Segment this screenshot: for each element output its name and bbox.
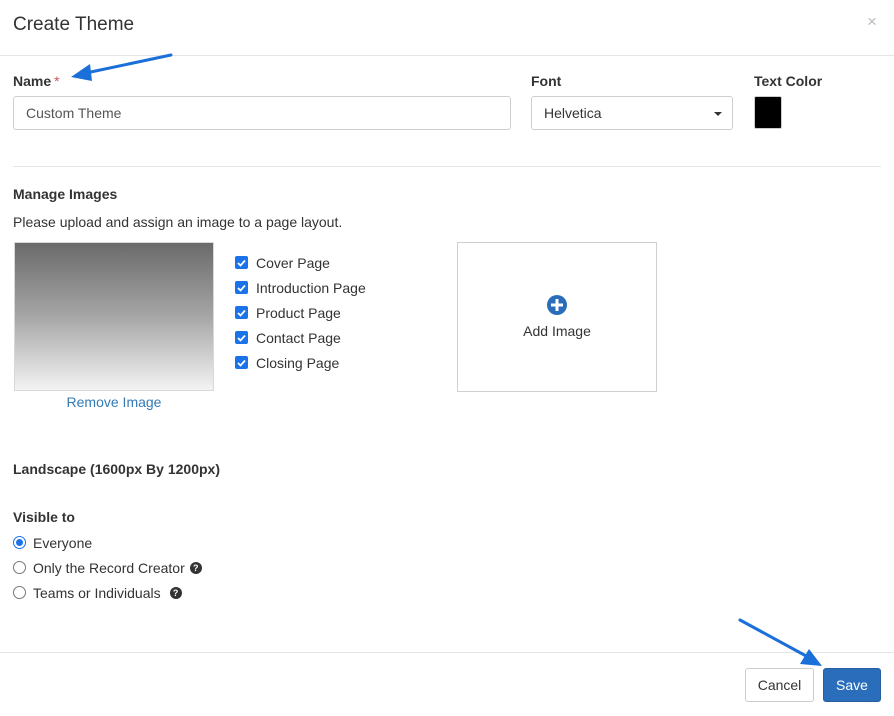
checkbox-row-cover[interactable]: Cover Page [235, 250, 366, 275]
plus-circle-icon [547, 295, 567, 315]
radio-unselected[interactable] [13, 586, 26, 599]
arrow-to-save-button-icon [738, 618, 822, 666]
text-color-swatch[interactable] [754, 96, 782, 129]
radio-label: Teams or Individuals [33, 584, 161, 601]
name-label: Name * [13, 73, 60, 89]
radio-selected[interactable] [13, 536, 26, 549]
name-input[interactable] [13, 96, 511, 130]
arrow-to-name-label-icon [71, 53, 173, 81]
visibility-radio-group: Everyone Only the Record Creator ? Teams… [13, 530, 202, 605]
text-color-label: Text Color [754, 73, 823, 89]
chevron-down-icon [714, 112, 722, 116]
radio-label: Everyone [33, 534, 93, 551]
remove-image-link[interactable]: Remove Image [14, 394, 214, 410]
name-label-text: Name [13, 73, 52, 89]
checkbox-label: Contact Page [256, 329, 341, 346]
checkbox-checked[interactable] [235, 281, 248, 294]
manage-images-heading: Manage Images [13, 186, 118, 202]
upload-instructions: Please upload and assign an image to a p… [13, 214, 343, 230]
checkbox-checked[interactable] [235, 306, 248, 319]
checkbox-row-closing[interactable]: Closing Page [235, 350, 366, 375]
radio-unselected[interactable] [13, 561, 26, 574]
add-image-label: Add Image [523, 323, 591, 339]
checkbox-label: Introduction Page [256, 279, 366, 296]
visible-to-label: Visible to [13, 509, 75, 525]
close-icon[interactable]: × [867, 12, 877, 32]
font-label: Font [531, 73, 562, 89]
required-mark: * [54, 73, 60, 89]
save-button[interactable]: Save [823, 668, 881, 702]
image-thumbnail [14, 242, 214, 391]
page-layout-checklist: Cover Page Introduction Page Product Pag… [235, 250, 366, 375]
checkbox-checked[interactable] [235, 256, 248, 269]
footer-divider [0, 652, 894, 653]
checkbox-row-product[interactable]: Product Page [235, 300, 366, 325]
cancel-button[interactable]: Cancel [745, 668, 814, 702]
font-select[interactable]: Helvetica [531, 96, 733, 130]
checkbox-label: Product Page [256, 304, 341, 321]
checkbox-checked[interactable] [235, 331, 248, 344]
help-icon[interactable]: ? [169, 586, 182, 599]
landscape-label: Landscape (1600px By 1200px) [13, 461, 220, 477]
dialog-title: Create Theme [13, 14, 135, 35]
checkbox-checked[interactable] [235, 356, 248, 369]
checkbox-row-introduction[interactable]: Introduction Page [235, 275, 366, 300]
section-divider [13, 166, 881, 167]
header-divider [0, 55, 894, 56]
help-icon[interactable]: ? [189, 561, 202, 574]
radio-row-record-creator[interactable]: Only the Record Creator ? [13, 555, 202, 580]
radio-row-everyone[interactable]: Everyone [13, 530, 202, 555]
add-image-button[interactable]: Add Image [457, 242, 657, 392]
radio-row-teams[interactable]: Teams or Individuals ? [13, 580, 202, 605]
checkbox-label: Closing Page [256, 354, 340, 371]
radio-label: Only the Record Creator [33, 559, 185, 576]
font-select-value: Helvetica [544, 105, 602, 121]
checkbox-label: Cover Page [256, 254, 330, 271]
checkbox-row-contact[interactable]: Contact Page [235, 325, 366, 350]
